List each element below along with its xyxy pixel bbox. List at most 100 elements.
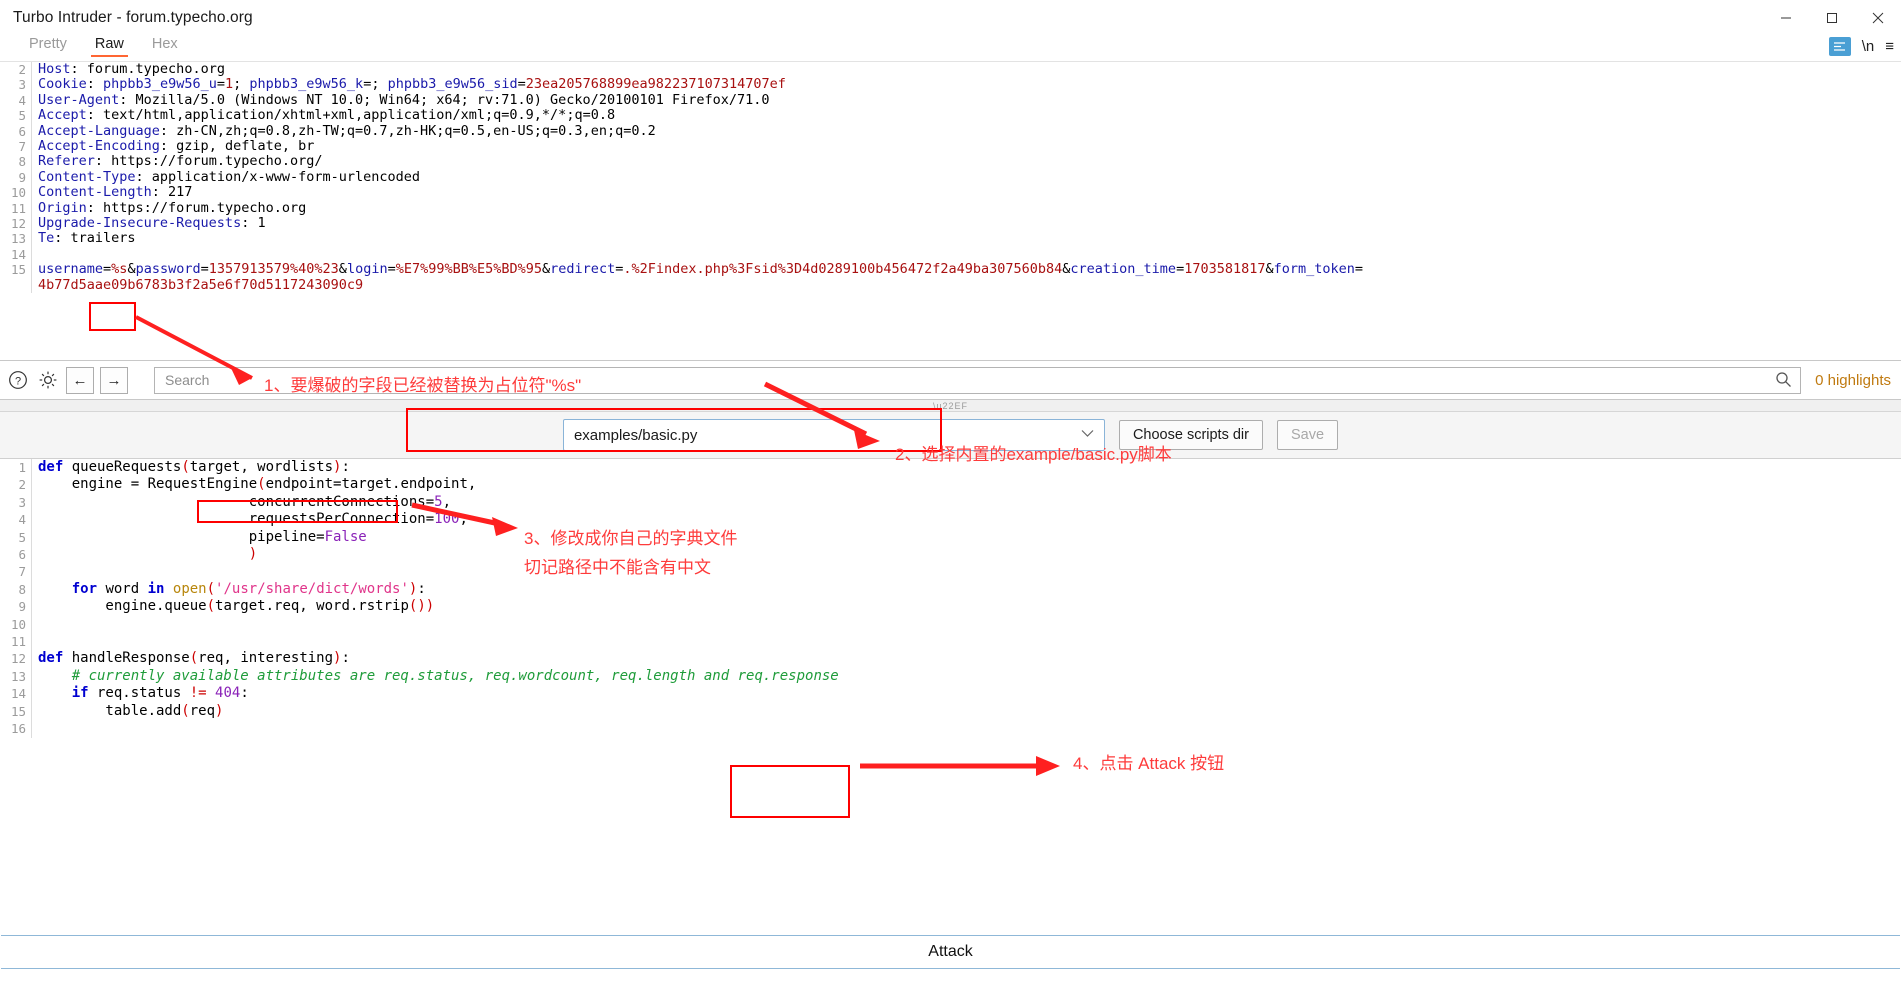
code-text: Origin: https://forum.typecho.org bbox=[32, 199, 307, 216]
script-select[interactable]: examples/basic.py bbox=[562, 419, 1105, 451]
code-token: , bbox=[442, 493, 452, 510]
tab-pretty[interactable]: Pretty bbox=[15, 35, 81, 57]
code-token: : gzip, deflate, br bbox=[159, 138, 315, 155]
code-line: 3 concurrentConnections=5, bbox=[0, 493, 1901, 512]
code-line: 5 Accept: text/html,application/xhtml+xml… bbox=[0, 108, 1901, 124]
code-line: 7 Accept-Encoding: gzip, deflate, br bbox=[0, 138, 1901, 155]
code-token: Te bbox=[38, 230, 55, 247]
minimize-button[interactable] bbox=[1763, 0, 1809, 35]
tab-raw[interactable]: Raw bbox=[81, 35, 138, 57]
line-number: 10 bbox=[0, 185, 32, 201]
code-line: 2 engine = RequestEngine(endpoint=target… bbox=[0, 476, 1901, 494]
python-script-editor[interactable]: 1 def queueRequests(target, wordlists): 2 … bbox=[0, 459, 1901, 819]
close-button[interactable] bbox=[1855, 0, 1901, 35]
code-token: req.status bbox=[88, 685, 190, 702]
code-token: ( bbox=[181, 459, 190, 475]
code-text: engine.queue(target.req, word.rstrip()) bbox=[32, 598, 434, 615]
search-field-wrapper[interactable] bbox=[154, 366, 1802, 394]
code-line: 6 ) bbox=[0, 546, 1901, 564]
tab-hex[interactable]: Hex bbox=[138, 35, 192, 57]
code-token: if bbox=[71, 685, 89, 702]
line-number: 14 bbox=[0, 246, 32, 263]
code-line: 10 Content-Length: 217 bbox=[0, 185, 1901, 201]
request-editor[interactable]: 2 Host: forum.typecho.org 3 Cookie: phpbb3_… bbox=[0, 61, 1901, 360]
code-line: 12 def handleResponse(req, interesting): bbox=[0, 650, 1901, 668]
line-number: 9 bbox=[0, 169, 32, 186]
code-line: 9 engine.queue(target.req, word.rstrip()… bbox=[0, 598, 1901, 616]
newline-icon[interactable]: \n bbox=[1862, 38, 1875, 55]
code-token: Upgrade-Insecure-Requests bbox=[38, 215, 242, 232]
code-token: phpbb3_e9w56_k bbox=[249, 76, 364, 93]
code-token: : trailers bbox=[54, 230, 136, 247]
code-token: for bbox=[71, 580, 98, 597]
code-token: = bbox=[387, 261, 396, 278]
code-token: username bbox=[38, 261, 104, 278]
search-icon[interactable] bbox=[1775, 371, 1792, 391]
gear-icon[interactable] bbox=[36, 368, 60, 392]
code-line: 11 Origin: https://forum.typecho.org bbox=[0, 199, 1901, 217]
line-number: 5 bbox=[0, 528, 32, 547]
code-token: ( bbox=[181, 702, 190, 719]
code-token: : bbox=[341, 650, 350, 667]
format-icon[interactable] bbox=[1828, 37, 1851, 56]
code-token: : zh-CN,zh;q=0.8,zh-TW;q=0.7,zh-HK;q=0.5… bbox=[159, 122, 656, 139]
code-text: Accept-Encoding: gzip, deflate, br bbox=[32, 138, 315, 155]
code-token: handleResponse bbox=[63, 650, 190, 667]
code-token: redirect bbox=[550, 261, 616, 278]
code-text: if req.status != 404: bbox=[32, 685, 249, 702]
help-icon[interactable]: ? bbox=[6, 368, 30, 392]
code-token: 100 bbox=[434, 511, 460, 528]
code-token: req bbox=[189, 702, 216, 719]
chevron-down-icon[interactable] bbox=[1081, 426, 1094, 441]
message-format-tabs: Pretty Raw Hex \n ≡ bbox=[0, 35, 1901, 61]
choose-scripts-dir-button[interactable]: Choose scripts dir bbox=[1118, 420, 1263, 450]
code-token: != bbox=[189, 685, 207, 702]
line-number: 11 bbox=[0, 200, 32, 217]
code-line: 4 requestsPerConnection=100, bbox=[0, 511, 1901, 529]
code-token: 404 bbox=[215, 685, 241, 702]
line-number: 6 bbox=[0, 123, 32, 140]
code-token: : 1 bbox=[241, 215, 266, 232]
forward-button[interactable]: → bbox=[100, 366, 128, 394]
code-token: 4b77d5aae09b6783b3f2a5e6f70d5117243090c9 bbox=[38, 276, 364, 293]
code-token: .%2Findex.php%3Fsid%3D4d0289100b456472f2… bbox=[623, 261, 1063, 278]
menu-icon[interactable]: ≡ bbox=[1885, 38, 1894, 55]
status-bar bbox=[0, 970, 1901, 987]
code-token: 1357913579%40%23 bbox=[208, 261, 339, 278]
attack-bar[interactable]: Attack bbox=[1, 935, 1900, 969]
tabs-right-icons: \n ≡ bbox=[1828, 37, 1894, 56]
code-token: & bbox=[127, 261, 136, 278]
code-line: 8 for word in open('/usr/share/dict/word… bbox=[0, 580, 1901, 599]
maximize-button[interactable] bbox=[1809, 0, 1855, 35]
code-token: ; bbox=[233, 76, 250, 93]
line-number: 3 bbox=[0, 493, 32, 512]
panel-splitter[interactable]: \u22EF bbox=[0, 400, 1901, 412]
line-number: 14 bbox=[0, 685, 32, 703]
code-line: 14 if req.status != 404: bbox=[0, 685, 1901, 703]
code-line: 9 Content-Type: application/x-www-form-ur… bbox=[0, 169, 1901, 186]
code-token: pipeline= bbox=[38, 528, 325, 545]
code-token: & bbox=[338, 261, 347, 278]
code-text: concurrentConnections=5, bbox=[32, 494, 451, 511]
code-token: = bbox=[1354, 261, 1364, 278]
code-token: = bbox=[517, 76, 526, 93]
back-button[interactable]: ← bbox=[66, 366, 94, 394]
code-token: Accept-Encoding bbox=[38, 138, 160, 155]
status-right bbox=[1884, 972, 1891, 985]
save-button[interactable]: Save bbox=[1276, 420, 1339, 450]
line-number: 10 bbox=[0, 615, 32, 634]
line-number: 3 bbox=[0, 77, 32, 93]
search-input[interactable] bbox=[155, 366, 1801, 394]
line-number: 9 bbox=[0, 598, 32, 616]
code-token: creation_time bbox=[1070, 261, 1177, 278]
code-text: requestsPerConnection=100, bbox=[32, 511, 468, 528]
attack-button[interactable]: Attack bbox=[928, 943, 972, 961]
code-line: 4b77d5aae09b6783b3f2a5e6f70d5117243090c9 bbox=[0, 276, 1901, 294]
code-text: ) bbox=[32, 546, 257, 563]
code-token: : https://forum.typecho.org bbox=[86, 199, 307, 216]
code-token: ( bbox=[257, 476, 266, 493]
code-text: Accept: text/html,application/xhtml+xml,… bbox=[32, 108, 615, 123]
